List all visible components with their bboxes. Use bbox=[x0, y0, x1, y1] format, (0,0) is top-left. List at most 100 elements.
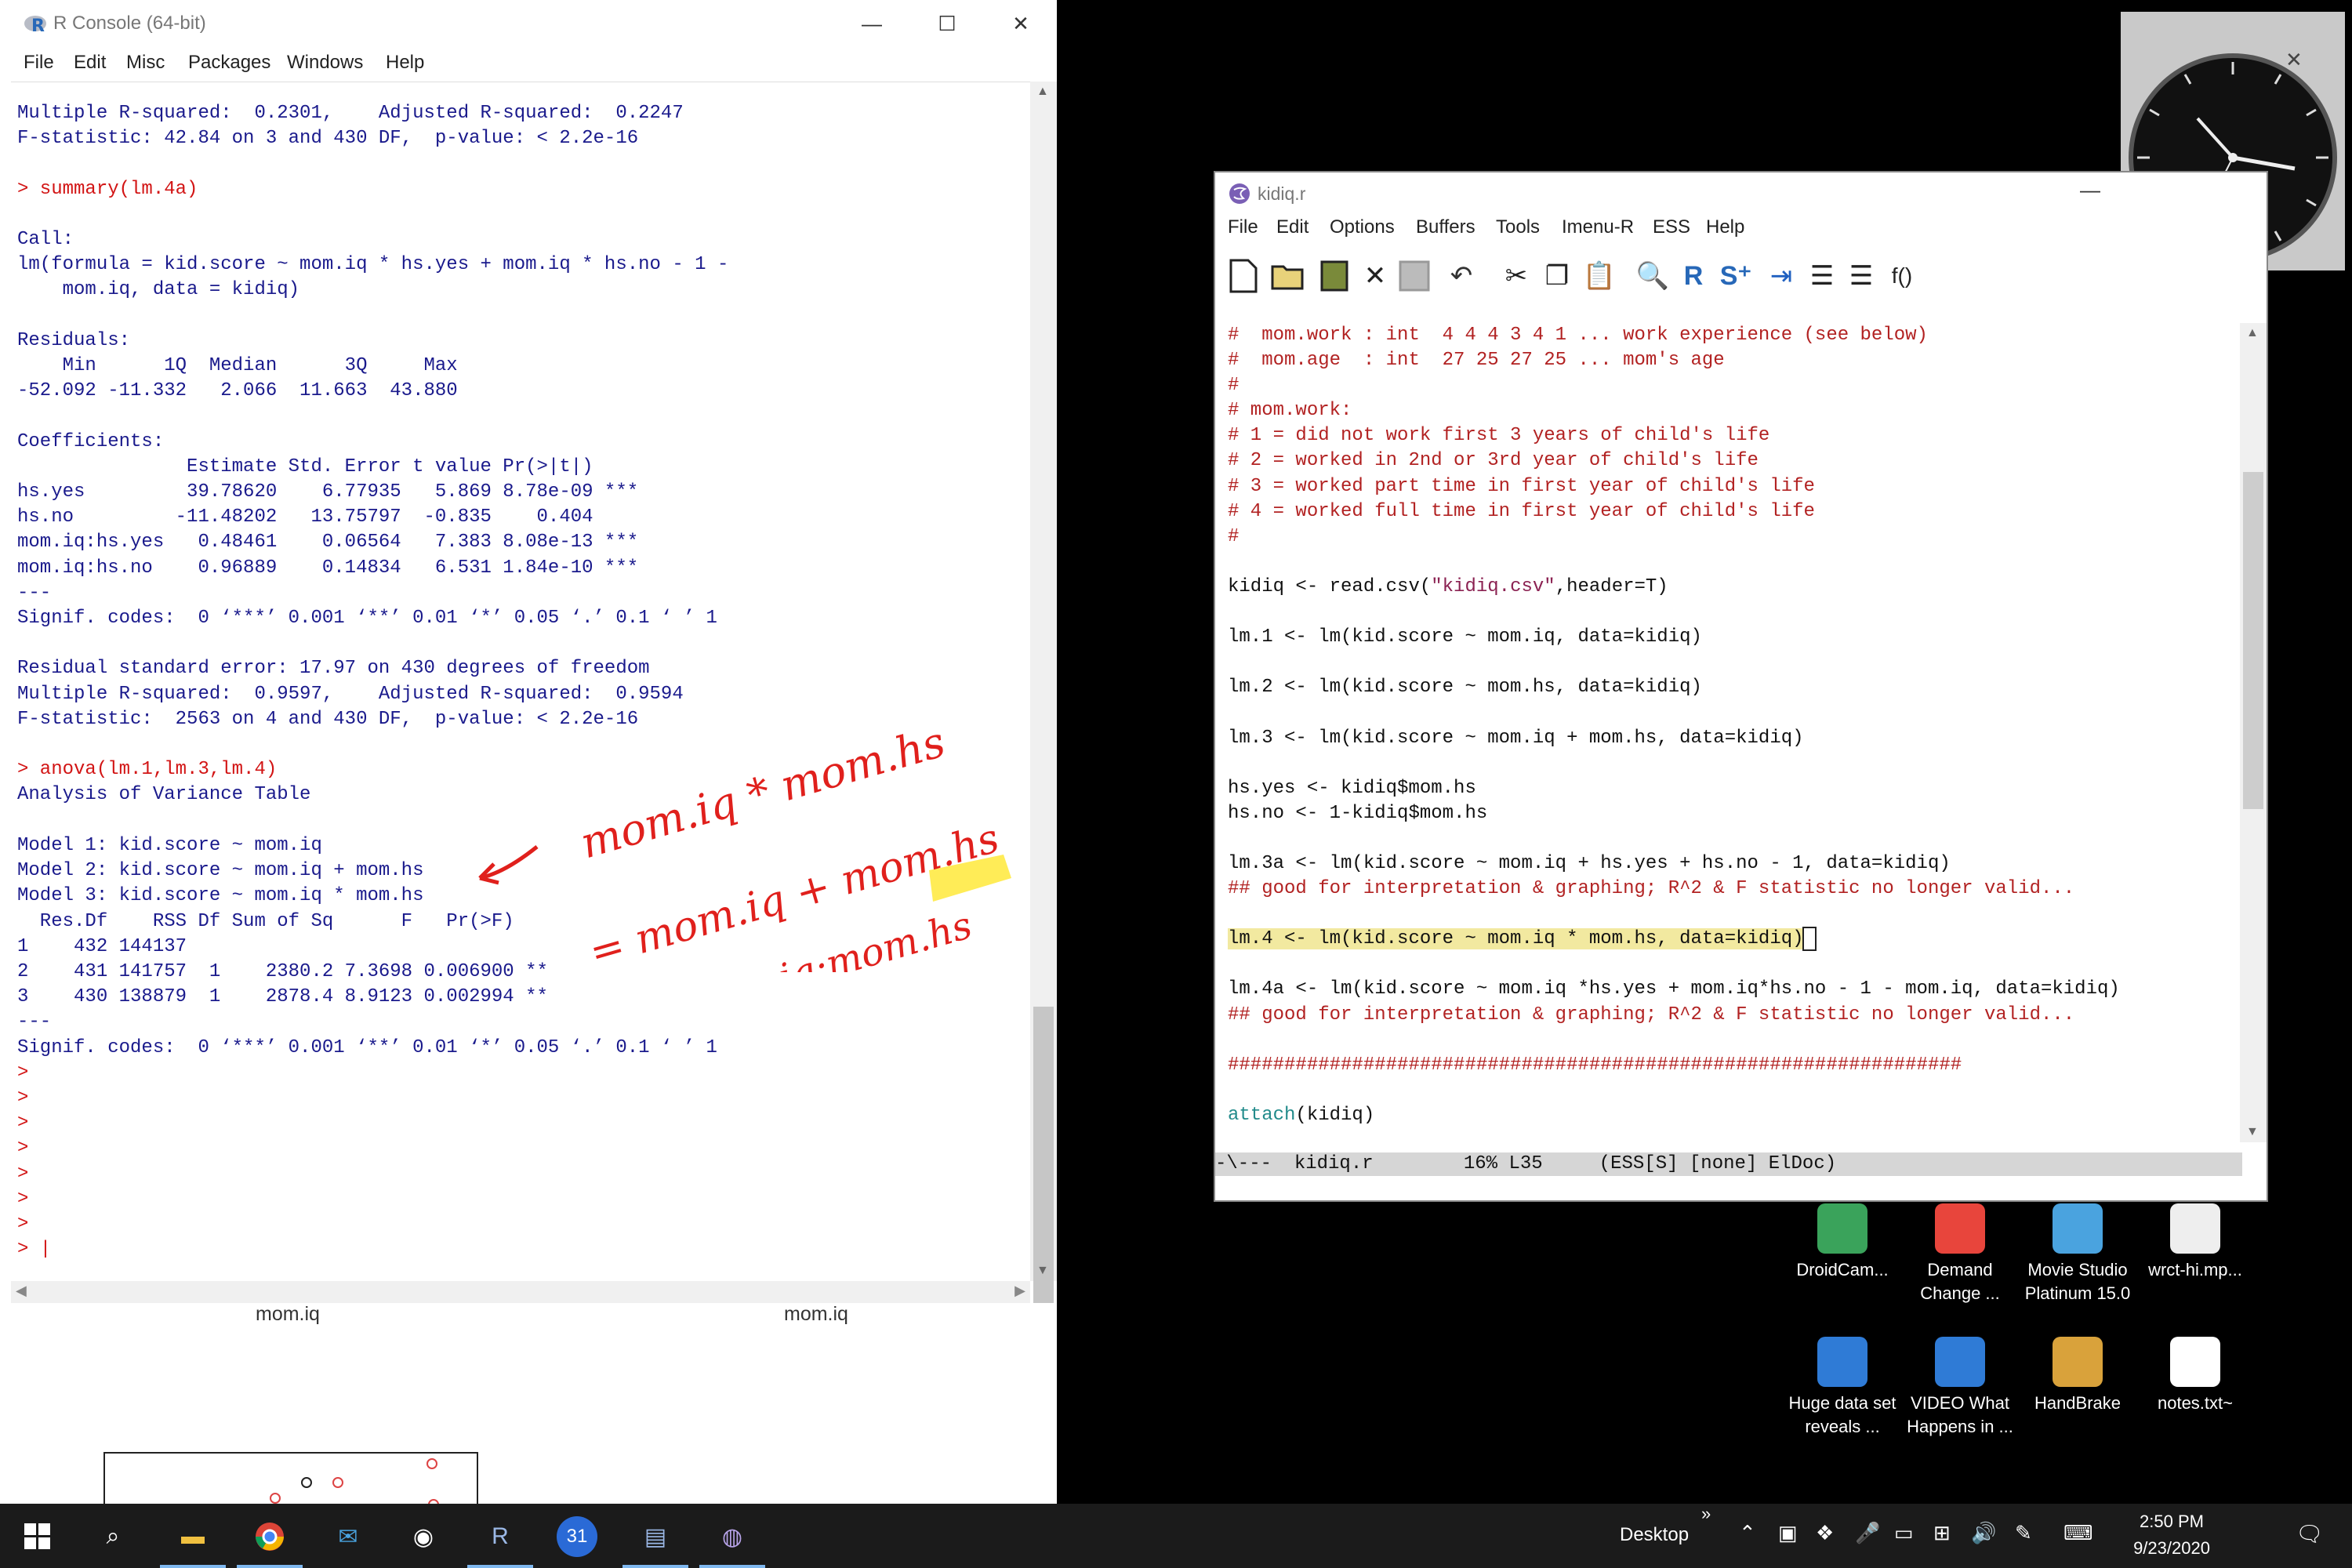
undo-icon[interactable]: ↶ bbox=[1443, 257, 1480, 295]
code-line: hs.no <- 1-kidiq$mom.hs bbox=[1228, 801, 2120, 826]
close-buffer-icon[interactable]: ✕ bbox=[1356, 257, 1394, 295]
paste-icon[interactable]: 📋 bbox=[1581, 257, 1618, 295]
desktop-icon[interactable]: wrct-hi.mp... bbox=[2132, 1203, 2258, 1282]
desktop-icon[interactable]: Huge data set reveals ... bbox=[1780, 1337, 1905, 1439]
chevron-icon[interactable]: » bbox=[1701, 1504, 1711, 1524]
menu-windows[interactable]: Windows bbox=[287, 52, 363, 74]
svg-text:R: R bbox=[31, 16, 45, 34]
desktop-icon[interactable]: Movie Studio Platinum 15.0 bbox=[2015, 1203, 2140, 1305]
menu-imenu-r[interactable]: Imenu-R bbox=[1562, 216, 1634, 238]
console-input-line: > bbox=[17, 1087, 29, 1109]
eval-line-icon[interactable]: ⇥ bbox=[1762, 257, 1800, 295]
thunderbird-icon[interactable]: ✉ bbox=[328, 1516, 368, 1557]
eval-region-icon[interactable]: ☰ bbox=[1803, 257, 1841, 295]
console-output-line: mom.iq, data = kidiq) bbox=[17, 279, 300, 301]
clock-time[interactable]: 2:50 PM bbox=[2125, 1512, 2219, 1532]
minimize-button[interactable]: — bbox=[848, 8, 895, 39]
eval-function-icon[interactable]: f() bbox=[1883, 257, 1921, 295]
s-plus-icon[interactable]: S⁺ bbox=[1717, 257, 1755, 295]
close-button[interactable]: ✕ bbox=[997, 8, 1044, 39]
horizontal-scrollbar[interactable]: ◀ ▶ bbox=[11, 1281, 1030, 1303]
desktop-icon[interactable]: notes.txt~ bbox=[2132, 1337, 2258, 1415]
search-icon[interactable]: 🔍 bbox=[1634, 257, 1671, 295]
scroll-down-icon[interactable]: ▼ bbox=[1036, 1264, 1049, 1278]
vertical-scrollbar[interactable]: ▲ ▼ bbox=[2240, 323, 2267, 1142]
menu-buffers[interactable]: Buffers bbox=[1416, 216, 1475, 238]
desktop-icon[interactable]: Demand Change ... bbox=[1897, 1203, 2023, 1305]
start-icon[interactable] bbox=[17, 1516, 58, 1557]
show-hidden-icons[interactable]: ⌃ bbox=[1739, 1521, 1756, 1545]
menu-edit[interactable]: Edit bbox=[1276, 216, 1308, 238]
code-line: # 1 = did not work first 3 years of chil… bbox=[1228, 423, 2120, 448]
file-explorer-icon[interactable]: ▬ bbox=[172, 1516, 213, 1557]
emacs-editor[interactable]: # mom.work : int 4 4 4 3 4 1 ... work ex… bbox=[1215, 323, 2242, 1142]
scroll-up-icon[interactable]: ▲ bbox=[2246, 326, 2259, 340]
desktop-icon[interactable]: DroidCam... bbox=[1780, 1203, 1905, 1282]
code-token: "kidiq.csv" bbox=[1431, 575, 1555, 597]
minimize-button[interactable]: — bbox=[2067, 174, 2114, 205]
dired-icon[interactable] bbox=[1316, 257, 1353, 295]
menu-help[interactable]: Help bbox=[386, 52, 424, 74]
scrollbar-thumb[interactable] bbox=[2243, 472, 2263, 809]
r-console-window: R R Console (64-bit) — ☐ ✕ File Edit Mis… bbox=[0, 0, 1057, 1524]
eval-buffer-icon[interactable]: ☰ bbox=[1842, 257, 1880, 295]
cut-icon[interactable]: ✂ bbox=[1497, 257, 1535, 295]
r-console-menubar: File Edit Misc Packages Windows Help bbox=[0, 49, 1057, 82]
desktop-icon-graphic bbox=[2170, 1337, 2220, 1387]
menu-ess[interactable]: ESS bbox=[1653, 216, 1690, 238]
notifications-icon[interactable]: 🗨 bbox=[2296, 1521, 2324, 1547]
battery-icon[interactable]: ▭ bbox=[1894, 1521, 1914, 1545]
pen-icon[interactable]: ✎ bbox=[2015, 1521, 2032, 1545]
menu-edit[interactable]: Edit bbox=[74, 52, 106, 74]
scroll-down-icon[interactable]: ▼ bbox=[2246, 1125, 2259, 1139]
network-icon[interactable]: ⊞ bbox=[1933, 1521, 1951, 1545]
display-icon[interactable]: ▣ bbox=[1778, 1521, 1798, 1545]
menu-tools[interactable]: Tools bbox=[1496, 216, 1540, 238]
r-icon[interactable]: R bbox=[1675, 257, 1712, 295]
scroll-left-icon[interactable]: ◀ bbox=[16, 1283, 27, 1299]
code-text: # mom.work : int 4 4 4 3 4 1 ... work ex… bbox=[1228, 323, 2120, 1128]
code-line: ## good for interpretation & graphing; R… bbox=[1228, 877, 2120, 902]
search-icon[interactable]: ⌕ bbox=[93, 1516, 133, 1557]
volume-icon[interactable]: 🔊 bbox=[1971, 1521, 1996, 1545]
desktop-icon-graphic bbox=[1935, 1203, 1985, 1254]
emacs-titlebar[interactable]: kidiq.r — bbox=[1215, 172, 2267, 212]
desktop-toolbar-label[interactable]: Desktop bbox=[1620, 1524, 1689, 1546]
vertical-scrollbar[interactable]: ▲ ▼ bbox=[1030, 82, 1057, 1336]
scroll-right-icon[interactable]: ▶ bbox=[1014, 1283, 1025, 1299]
new-file-icon[interactable] bbox=[1225, 257, 1262, 295]
emacs-taskbar-icon[interactable]: ◍ bbox=[712, 1516, 753, 1557]
keyboard-icon[interactable]: ⌨ bbox=[2063, 1521, 2093, 1545]
copy-icon[interactable]: ❐ bbox=[1538, 257, 1576, 295]
menu-misc[interactable]: Misc bbox=[126, 52, 165, 74]
menu-options[interactable]: Options bbox=[1330, 216, 1395, 238]
r-taskbar-icon[interactable]: R bbox=[480, 1516, 521, 1557]
scrollbar-thumb[interactable] bbox=[1033, 1007, 1054, 1336]
desktop-icon[interactable]: HandBrake bbox=[2015, 1337, 2140, 1415]
scroll-up-icon[interactable]: ▲ bbox=[1036, 85, 1049, 99]
console-output-line: Estimate Std. Error t value Pr(>|t|) bbox=[17, 456, 593, 477]
emacs-menubar: File Edit Options Buffers Tools Imenu-R … bbox=[1215, 212, 2267, 246]
menu-help[interactable]: Help bbox=[1706, 216, 1744, 238]
calendar-icon[interactable]: 31 bbox=[557, 1516, 597, 1557]
active-indicator bbox=[622, 1565, 688, 1568]
microphone-icon[interactable]: 🎤 bbox=[1855, 1521, 1880, 1545]
console-output-line: Signif. codes: 0 ‘***’ 0.001 ‘**’ 0.01 ‘… bbox=[17, 608, 717, 630]
desktop-icon[interactable]: VIDEO What Happens in ... bbox=[1897, 1337, 2023, 1439]
app-icon[interactable]: ▤ bbox=[635, 1516, 676, 1557]
menu-file[interactable]: File bbox=[1228, 216, 1258, 238]
dropbox-icon[interactable]: ❖ bbox=[1816, 1521, 1834, 1545]
obs-icon[interactable]: ◉ bbox=[403, 1516, 444, 1557]
chrome-icon[interactable] bbox=[249, 1516, 290, 1557]
code-token: kidiq <- read.csv( bbox=[1228, 575, 1432, 597]
open-folder-icon[interactable] bbox=[1270, 257, 1308, 295]
maximize-button[interactable]: ☐ bbox=[924, 8, 971, 39]
menu-file[interactable]: File bbox=[24, 52, 54, 74]
menu-packages[interactable]: Packages bbox=[188, 52, 270, 74]
save-icon[interactable] bbox=[1396, 257, 1433, 295]
console-output-line: F-statistic: 42.84 on 3 and 430 DF, p-va… bbox=[17, 128, 639, 150]
r-console-titlebar[interactable]: R R Console (64-bit) — ☐ ✕ bbox=[0, 0, 1057, 49]
clock-date[interactable]: 9/23/2020 bbox=[2125, 1538, 2219, 1559]
